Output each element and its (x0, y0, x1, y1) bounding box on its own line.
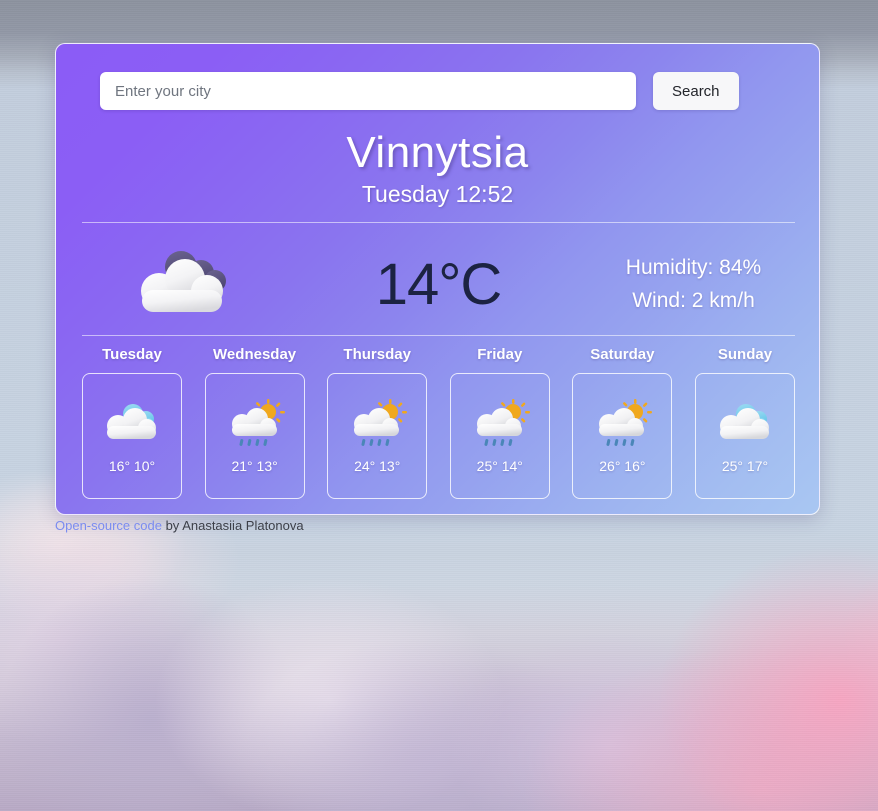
divider-top (82, 222, 795, 223)
forecast-day-label: Wednesday (213, 346, 297, 363)
search-input[interactable] (100, 72, 636, 110)
forecast-day-label: Friday (477, 346, 523, 363)
forecast-row: Tuesday 16° 10° Wednesday 21° 13° Thursd… (78, 346, 799, 499)
forecast-column-friday: Friday 25° 14° (446, 346, 554, 499)
forecast-temps: 24° 13° (354, 458, 401, 474)
forecast-column-sunday: Sunday 25° 17° (691, 346, 799, 499)
forecast-temps: 25° 14° (476, 458, 523, 474)
wind-value: Wind: 2 km/h (632, 289, 755, 312)
weather-widget-card: Search Vinnytsia Tuesday 12:52 (55, 43, 820, 515)
forecast-card[interactable]: 25° 17° (694, 373, 795, 499)
current-datetime: Tuesday 12:52 (361, 181, 514, 207)
current-weather-icon-cell (56, 245, 311, 323)
search-button[interactable]: Search (653, 72, 739, 110)
cloudy-icon (107, 404, 156, 439)
humidity-value: Humidity: 84% (625, 256, 762, 279)
forecast-temps: 16° 10° (108, 458, 156, 474)
current-conditions-row: 14°C Humidity: 84% Wind: 2 km/h (56, 234, 819, 334)
cloudy-icon (719, 404, 769, 439)
current-temperature-cell: 14°C (311, 251, 566, 318)
open-source-code-link[interactable]: Open-source code (55, 518, 162, 533)
forecast-card[interactable]: 25° 14° (449, 373, 550, 499)
forecast-day-label: Sunday (717, 346, 773, 363)
forecast-column-wednesday: Wednesday 21° 13° (201, 346, 309, 499)
search-row: Search (100, 72, 739, 110)
forecast-temps: 25° 17° (721, 458, 769, 474)
forecast-column-thursday: Thursday 24° 13° (323, 346, 431, 499)
forecast-day-label: Thursday (343, 346, 411, 363)
forecast-column-saturday: Saturday 26° 16° (568, 346, 676, 499)
forecast-temps: 21° 13° (231, 458, 278, 474)
forecast-card[interactable]: 24° 13° (327, 373, 428, 499)
sun-cloud-rain-icon (354, 399, 408, 446)
forecast-card[interactable]: 21° 13° (204, 373, 305, 499)
forecast-card[interactable]: 26° 16° (572, 373, 673, 499)
city-name: Vinnytsia (346, 128, 529, 177)
forecast-column-tuesday: Tuesday 16° 10° (78, 346, 186, 499)
forecast-day-label: Saturday (590, 346, 655, 363)
sun-cloud-rain-icon (476, 399, 530, 446)
forecast-card[interactable]: 16° 10° (82, 373, 182, 499)
forecast-temps: 26° 16° (599, 458, 646, 474)
forecast-day-label: Tuesday (102, 346, 162, 363)
sun-cloud-rain-icon (231, 399, 285, 446)
credit-line: Open-source code by Anastasiia Platonova (55, 518, 304, 533)
divider-bottom (82, 335, 795, 336)
cloudy-double-cloud-icon (140, 251, 226, 312)
current-temperature: 14°C (375, 251, 503, 317)
credit-author: by Anastasiia Platonova (161, 518, 304, 533)
current-stats-cell: Humidity: 84% Wind: 2 km/h (566, 251, 819, 317)
sun-cloud-rain-icon (599, 399, 653, 446)
